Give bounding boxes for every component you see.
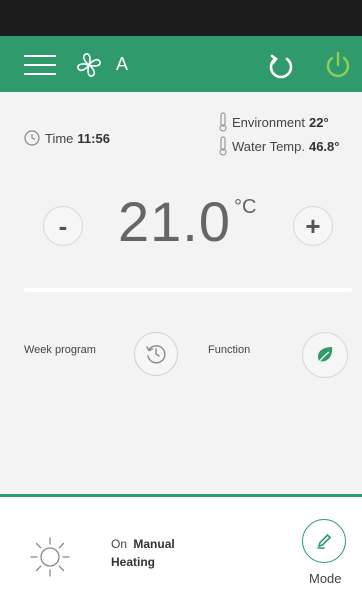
week-program-button[interactable] bbox=[134, 332, 178, 376]
status-footer: On Manual Heating Mode bbox=[0, 497, 362, 596]
environment-temp: Environment 22° bbox=[218, 112, 329, 132]
time-label: Time bbox=[45, 130, 74, 146]
status-mode: Manual bbox=[133, 537, 175, 551]
time-display: Time 11:56 bbox=[24, 128, 110, 148]
fan-mode-label: A bbox=[116, 54, 129, 74]
increase-temp-button[interactable]: + bbox=[293, 206, 333, 246]
decrease-temp-button[interactable]: - bbox=[43, 206, 83, 246]
week-program-label: Week program bbox=[24, 344, 96, 356]
function-label: Function bbox=[208, 344, 251, 356]
thermometer-icon bbox=[219, 112, 227, 132]
mode-label: Mode bbox=[309, 571, 342, 586]
environment-label: Environment bbox=[232, 114, 305, 130]
main-panel: Time 11:56 Environment 22° Water Temp. 4… bbox=[0, 92, 362, 494]
environment-value: 22° bbox=[308, 114, 329, 130]
fan-icon[interactable] bbox=[74, 50, 104, 80]
menu-icon[interactable] bbox=[24, 52, 58, 78]
status-activity: Heating bbox=[111, 555, 156, 569]
temperature-unit: °C bbox=[234, 196, 257, 218]
leaf-icon bbox=[317, 347, 333, 364]
thermometer-icon bbox=[219, 136, 227, 156]
refresh-icon[interactable] bbox=[266, 51, 296, 81]
water-temp-value: 46.8° bbox=[308, 138, 340, 154]
power-icon[interactable] bbox=[322, 49, 354, 81]
water-temp: Water Temp. 46.8° bbox=[218, 136, 339, 156]
history-icon bbox=[146, 345, 166, 364]
time-value: 11:56 bbox=[77, 130, 110, 146]
sun-icon bbox=[30, 537, 70, 577]
clock-icon bbox=[24, 130, 40, 146]
setpoint-temperature: 21.0 bbox=[118, 190, 231, 253]
top-app-bar: A bbox=[0, 36, 362, 92]
mode-button[interactable] bbox=[302, 519, 346, 563]
pencil-icon bbox=[317, 533, 332, 549]
operation-status: On Manual bbox=[111, 537, 175, 551]
water-temp-label: Water Temp. bbox=[232, 138, 305, 154]
system-status-bar bbox=[0, 0, 362, 36]
status-state: On bbox=[111, 537, 128, 551]
divider bbox=[24, 288, 352, 292]
function-button[interactable] bbox=[302, 332, 348, 378]
